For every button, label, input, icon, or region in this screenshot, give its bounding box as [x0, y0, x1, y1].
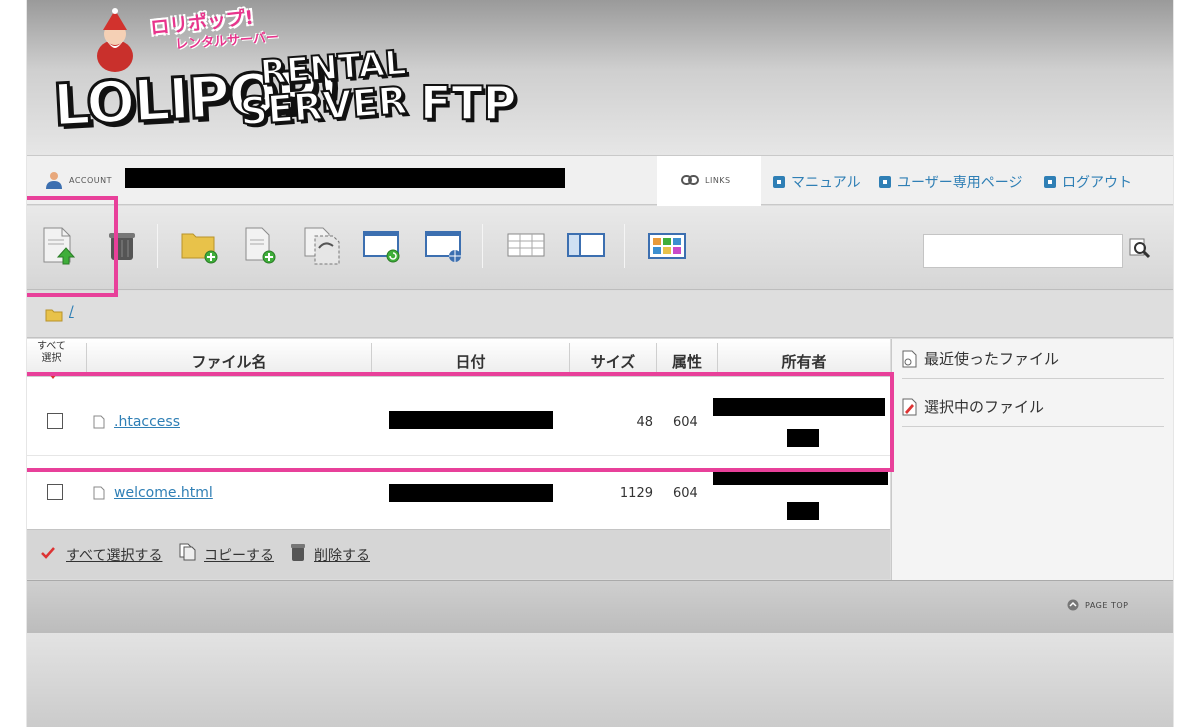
- copy-icon: [179, 543, 196, 561]
- column-header-filename[interactable]: ファイル名: [87, 351, 371, 372]
- checkmark-icon: [41, 547, 55, 559]
- bulk-actions-bar: すべて選択する コピーする 削除する: [27, 529, 890, 579]
- select-all-header-line1: すべて: [37, 341, 66, 352]
- new-file-icon[interactable]: [242, 226, 280, 266]
- links-label: LINKS: [705, 176, 731, 185]
- recent-files-label: 最近使ったファイル: [924, 350, 1060, 368]
- column-header-owner[interactable]: 所有者: [718, 351, 890, 372]
- copy-link[interactable]: コピーする: [204, 545, 274, 565]
- new-folder-icon[interactable]: [180, 226, 218, 266]
- page-top-link[interactable]: PAGE TOP: [1067, 599, 1128, 611]
- ftp-app: ロリポップ! レンタルサーバー LOLIPOP! RENTAL SERVER F…: [27, 0, 1173, 727]
- file-name-link[interactable]: welcome.html: [114, 485, 213, 501]
- header: ロリポップ! レンタルサーバー LOLIPOP! RENTAL SERVER F…: [27, 0, 1173, 155]
- links-box: LINKS: [657, 156, 761, 206]
- footer-background: [27, 633, 1173, 727]
- account-name-redacted: [125, 168, 565, 188]
- search-input[interactable]: [923, 234, 1123, 268]
- recent-files-section[interactable]: 最近使ったファイル: [902, 339, 1164, 379]
- logo-ftp: FTP: [419, 75, 518, 131]
- trash-icon: [291, 544, 305, 561]
- nav-link-logout-label: ログアウト: [1062, 175, 1132, 191]
- copy-icon[interactable]: [303, 226, 341, 266]
- nav-link-logout[interactable]: ログアウト: [1044, 172, 1132, 192]
- nav-link-user-page[interactable]: ユーザー専用ページ: [879, 172, 1022, 192]
- recent-file-icon: [902, 350, 917, 367]
- column-header-permission[interactable]: 属性: [657, 351, 717, 372]
- user-icon: [46, 172, 62, 189]
- select-all-header[interactable]: すべて 選択: [37, 341, 66, 365]
- page-margin-right: [1173, 0, 1200, 727]
- breadcrumb: /: [27, 291, 1173, 338]
- owner-redacted: [787, 502, 819, 520]
- chain-link-icon: [681, 175, 699, 185]
- select-all-link[interactable]: すべて選択する: [66, 545, 162, 565]
- highlight-upload-button: [27, 196, 118, 297]
- page-top-label: PAGE TOP: [1085, 600, 1129, 610]
- lolipop-logo: ロリポップ! レンタルサーバー LOLIPOP! RENTAL SERVER F…: [45, 4, 545, 144]
- bullet-square-icon: [879, 176, 891, 188]
- detail-list-icon[interactable]: [507, 226, 545, 266]
- row-checkbox[interactable]: [47, 484, 63, 500]
- nav-link-manual[interactable]: マニュアル: [773, 172, 861, 192]
- selected-file-icon: [902, 398, 917, 415]
- page-margin-left: [0, 0, 27, 727]
- toolbar-separator: [624, 224, 625, 268]
- split-view-icon[interactable]: [567, 226, 605, 266]
- toolbar-separator: [482, 224, 483, 268]
- file-permission: 604: [673, 486, 698, 501]
- account-bar: ACCOUNT LINKS マニュアル ユーザー専用ページ ログアウト: [27, 155, 1173, 206]
- page-top-icon: [1067, 599, 1079, 611]
- toolbar-separator: [157, 224, 158, 268]
- folder-icon: [45, 309, 63, 322]
- column-header-size[interactable]: サイズ: [570, 351, 656, 372]
- highlight-htaccess-row: [27, 372, 894, 472]
- breadcrumb-root-link[interactable]: /: [69, 304, 74, 320]
- account-label: ACCOUNT: [69, 176, 113, 185]
- file-icon: [93, 486, 105, 500]
- select-all-header-line2: 選択: [41, 353, 62, 364]
- selected-files-label: 選択中のファイル: [924, 398, 1045, 416]
- date-redacted: [389, 484, 553, 502]
- side-panel: 最近使ったファイル 選択中のファイル: [891, 339, 1173, 580]
- owner-redacted: [713, 471, 888, 485]
- footer-band: PAGE TOP: [27, 580, 1173, 633]
- nav-link-user-page-label: ユーザー専用ページ: [897, 175, 1023, 191]
- selected-files-section[interactable]: 選択中のファイル: [902, 387, 1164, 427]
- bullet-square-icon: [773, 176, 785, 188]
- column-header-date[interactable]: 日付: [372, 351, 569, 372]
- delete-link[interactable]: 削除する: [314, 545, 370, 565]
- search-icon[interactable]: [1129, 238, 1151, 260]
- file-size: 1129: [619, 486, 653, 501]
- refresh-view-icon[interactable]: [363, 226, 401, 266]
- thumbnail-view-icon[interactable]: [648, 226, 686, 266]
- toolbar: [27, 206, 1173, 290]
- nav-link-manual-label: マニュアル: [791, 175, 861, 191]
- mascot-icon: [97, 8, 133, 72]
- web-view-icon[interactable]: [425, 226, 463, 266]
- bullet-square-icon: [1044, 176, 1056, 188]
